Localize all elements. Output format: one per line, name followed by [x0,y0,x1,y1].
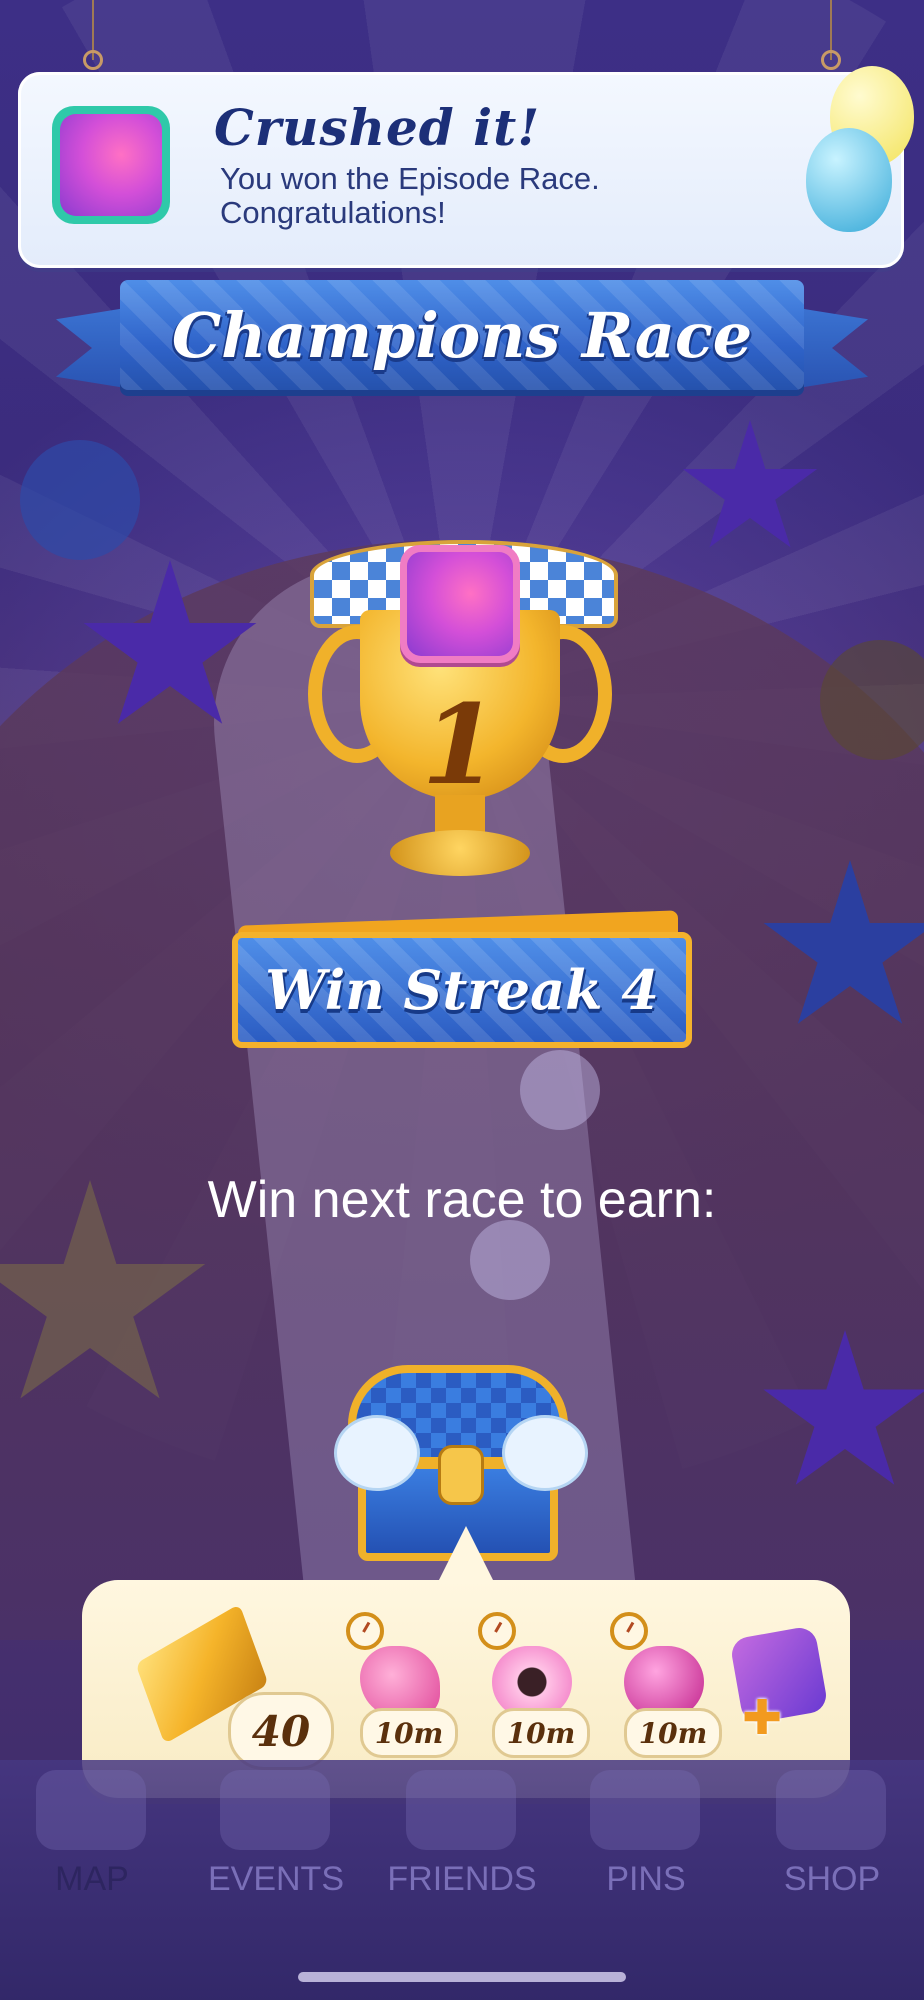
plus-icon: ✚ [742,1690,783,1746]
booster-duration: 10m [360,1708,458,1758]
trophy-icon: 1 [290,530,630,890]
balloon-icon [806,128,892,232]
timer-icon [346,1612,384,1650]
booster-duration: 10m [624,1708,722,1758]
pins-tab-icon [590,1770,700,1850]
booster-duration: 10m [492,1708,590,1758]
chest-wing-right [502,1415,588,1491]
notification-message-line: You won the Episode Race. [220,161,600,196]
gold-bar-count: 40 [228,1692,334,1770]
timer-icon [610,1612,648,1650]
map-node [520,1050,600,1130]
reward-panel-pointer [438,1526,494,1582]
notification-message-line: Congratulations! [220,195,446,230]
notification-message: You won the Episode Race. Congratulation… [220,162,690,230]
next-race-prompt: Win next race to earn: [207,1171,717,1229]
map-node [470,1220,550,1300]
nav-tab-friends[interactable]: FRIENDS [370,1860,554,1899]
trophy-stem [435,795,485,835]
lock-icon [438,1445,484,1505]
trophy-place: 1 [421,680,499,809]
nav-tab-map[interactable]: MAP [0,1860,184,1899]
nav-tab-events[interactable]: EVENTS [184,1860,368,1899]
shop-tab-icon [776,1770,886,1850]
nav-tab-shop[interactable]: SHOP [740,1860,924,1899]
chest-wing-left [334,1415,420,1491]
banner-title: Champions Race [171,298,753,372]
home-indicator[interactable] [298,1972,626,1982]
win-streak-banner: Win Streak 4 [232,932,692,1048]
events-tab-icon [220,1770,330,1850]
friends-tab-icon [406,1770,516,1850]
hanging-hook [821,50,841,70]
hanging-hook [83,50,103,70]
map-tab-icon [36,1770,146,1850]
nav-tab-pins[interactable]: PINS [554,1860,738,1899]
player-avatar-icon [52,106,170,224]
trophy-base [390,830,530,876]
notification-title: Crushed it! [214,98,541,157]
timer-icon [478,1612,516,1650]
map-node [20,440,140,560]
winner-avatar-icon [400,545,520,663]
race-won-notification: Crushed it! You won the Episode Race. Co… [18,72,904,268]
